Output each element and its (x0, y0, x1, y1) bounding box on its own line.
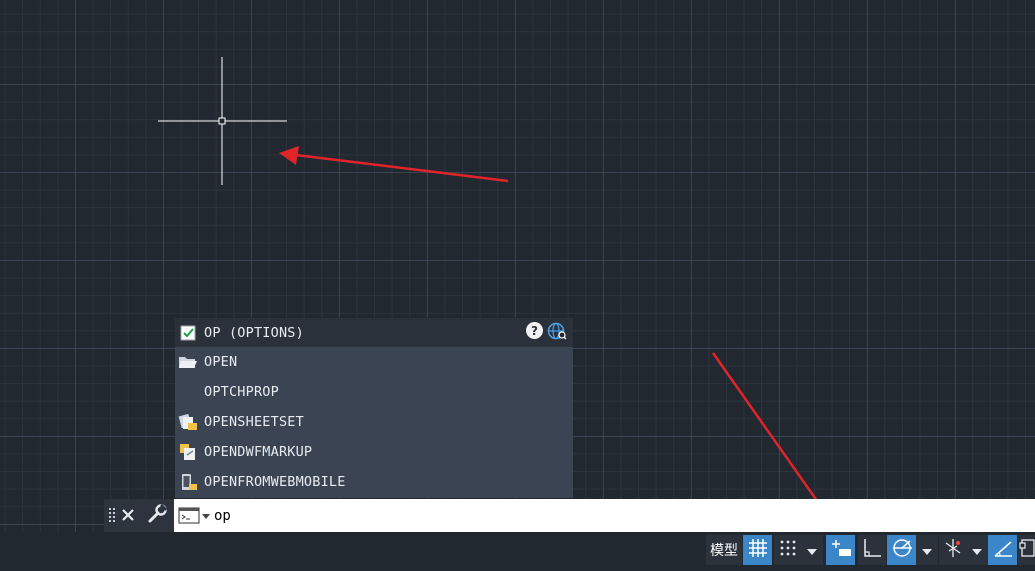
close-icon[interactable] (121, 507, 135, 527)
polar-dropdown[interactable] (916, 535, 938, 565)
polar-tracking-icon (891, 537, 913, 563)
snap-dropdown[interactable] (801, 535, 823, 565)
command-input-text: op (214, 508, 231, 524)
web-mobile-icon (178, 472, 198, 492)
ortho-icon (861, 537, 883, 563)
folder-open-icon (178, 352, 198, 372)
annotation-arrow-1 (279, 146, 509, 183)
object-snap-toggle[interactable] (1018, 535, 1035, 565)
autocomplete-item-openfromwebmobile[interactable]: OPENFROMWEBMOBILE (175, 467, 573, 497)
checkbox-checked-icon (178, 323, 198, 343)
autocomplete-item-label: OPTCHPROP (204, 384, 279, 400)
object-snap-tracking-icon (992, 537, 1014, 563)
chevron-down-icon (921, 541, 933, 560)
wrench-customize-icon[interactable] (147, 503, 168, 528)
command-input[interactable]: op (174, 499, 1035, 533)
ortho-toggle[interactable] (858, 535, 886, 565)
globe-search-icon[interactable] (547, 322, 567, 344)
help-icon[interactable]: ? (526, 322, 543, 339)
dynamic-input-toggle[interactable] (826, 535, 855, 565)
snap-dots-icon (779, 539, 797, 561)
command-prompt-icon[interactable] (178, 507, 212, 529)
object-snap-icon (1018, 537, 1035, 563)
model-label: 模型 (710, 543, 738, 559)
autocomplete-header[interactable]: OP (OPTIONS) ? (175, 318, 573, 347)
autocomplete-item-opensheetset[interactable]: OPENSHEETSET (175, 407, 573, 437)
autocomplete-header-label: OP (OPTIONS) (204, 324, 304, 341)
autocomplete-item-opendwfmarkup[interactable]: OPENDWFMARKUP (175, 437, 573, 467)
crosshair-cursor (158, 57, 287, 185)
chevron-down-icon (971, 541, 983, 560)
grid-toggle[interactable] (743, 535, 772, 565)
command-line: op (104, 499, 1035, 533)
chevron-down-icon (806, 541, 818, 560)
autocomplete-item-label: OPEN (204, 354, 238, 370)
command-autocomplete-list: OP (OPTIONS) ? OPEN OPTCHPROP OPENSHEETS… (175, 318, 573, 498)
polar-tracking-toggle[interactable] (887, 535, 916, 565)
isometric-dropdown[interactable] (966, 535, 988, 565)
grid-icon (747, 537, 769, 563)
dwf-markup-icon (178, 442, 198, 462)
autocomplete-item-label: OPENFROMWEBMOBILE (204, 474, 346, 490)
dynamic-input-icon (830, 537, 852, 563)
autocomplete-item-label: OPENDWFMARKUP (204, 444, 313, 460)
model-space-button[interactable]: 模型 (706, 535, 742, 565)
isometric-icon (942, 537, 964, 563)
drag-handle-icon[interactable] (108, 507, 116, 529)
sheetset-icon (178, 412, 198, 432)
autocomplete-item-optchprop[interactable]: OPTCHPROP (175, 377, 573, 407)
autocomplete-item-open[interactable]: OPEN (175, 347, 573, 377)
object-snap-tracking-toggle[interactable] (988, 535, 1017, 565)
autocomplete-item-label: OPENSHEETSET (204, 414, 304, 430)
status-bar: 模型 (0, 532, 1035, 571)
snap-toggle[interactable] (774, 535, 801, 565)
command-line-grip (104, 499, 174, 533)
isometric-toggle[interactable] (939, 535, 967, 565)
